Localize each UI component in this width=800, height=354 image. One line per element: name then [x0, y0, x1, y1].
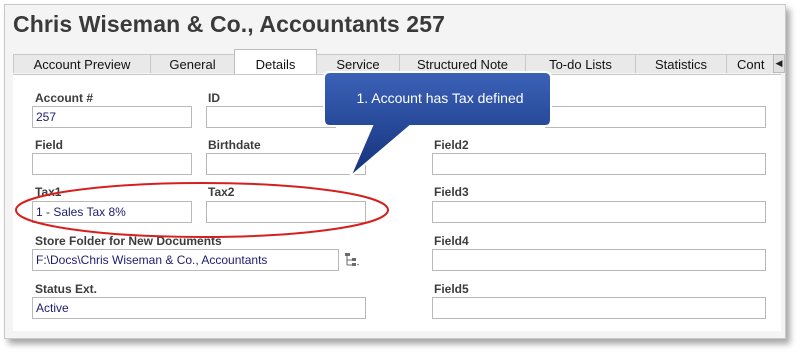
annotation-overlay [15, 71, 552, 238]
callout-text: 1. Account has Tax defined [356, 90, 524, 106]
callout-bubble [323, 71, 552, 178]
tax-highlight-ellipse [15, 182, 389, 238]
